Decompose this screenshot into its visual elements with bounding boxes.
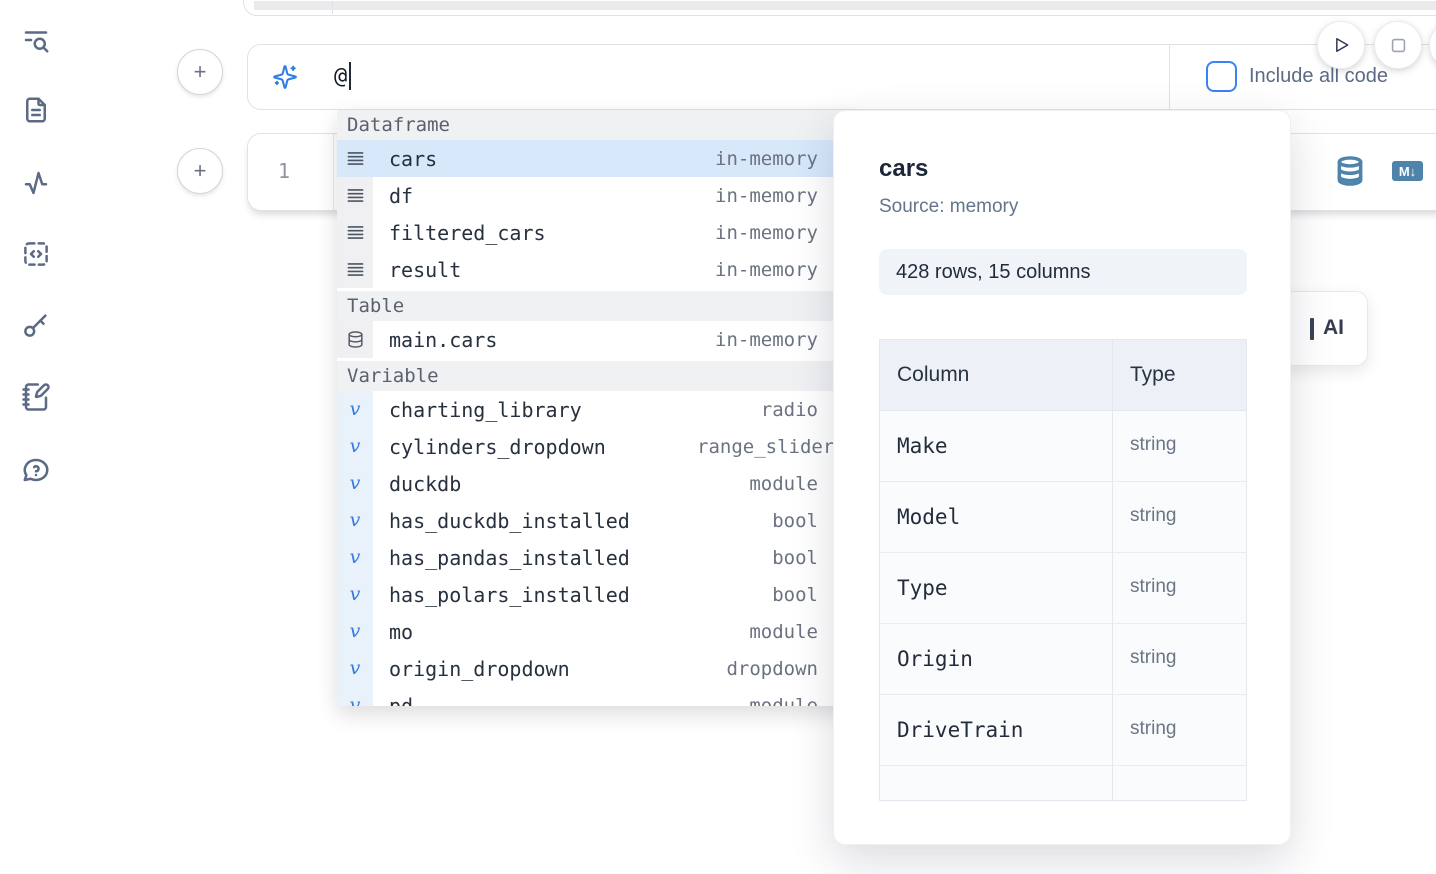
type-header: Type xyxy=(1113,340,1246,411)
list-search-icon[interactable] xyxy=(21,25,51,55)
clipped-letter-fragment xyxy=(1310,318,1314,340)
key-icon[interactable] xyxy=(21,310,51,340)
autocomplete-item-has-pandas-installed[interactable]: v has_pandas_installed bool xyxy=(337,539,855,576)
add-cell-button-bottom[interactable]: + xyxy=(177,148,223,194)
include-all-code-label: Include all code xyxy=(1249,65,1388,88)
marimo-notebook: + + @ Include all code 1 xyxy=(0,0,1436,874)
schema-row: Make string xyxy=(880,411,1246,482)
stop-icon xyxy=(1389,36,1408,55)
stop-button[interactable] xyxy=(1374,21,1422,69)
autocomplete-item-charting-library[interactable]: v charting_library radio xyxy=(337,391,855,428)
table-database-icon xyxy=(346,330,365,349)
schema-header-row: Column Type xyxy=(880,340,1246,411)
schema-row: Model string xyxy=(880,482,1246,553)
autocomplete-item-has-duckdb-installed[interactable]: v has_duckdb_installed bool xyxy=(337,502,855,539)
previous-cell-gutter-divider xyxy=(332,1,333,14)
schema-row-partial xyxy=(880,766,1246,801)
autocomplete-item-has-polars-installed[interactable]: v has_polars_installed bool xyxy=(337,576,855,613)
help-bubble-icon[interactable] xyxy=(21,455,51,485)
ai-prompt-card: @ Include all code xyxy=(247,44,1436,110)
autocomplete-item-cylinders-dropdown[interactable]: v cylinders_dropdown range_slider xyxy=(337,428,855,465)
section-header-dataframe: Dataframe xyxy=(337,110,855,140)
preview-source: Source: memory xyxy=(879,196,1247,218)
ai-card-divider xyxy=(1169,45,1170,109)
include-all-code-checkbox[interactable] xyxy=(1206,61,1237,92)
variable-icon: v xyxy=(350,585,361,604)
run-cell-button[interactable] xyxy=(1317,21,1365,69)
cell-gutter-divider xyxy=(333,134,334,210)
autocomplete-item-result[interactable]: result in-memory xyxy=(337,251,855,288)
dataframe-rows-icon xyxy=(346,186,365,205)
section-header-variable: Variable xyxy=(337,361,855,391)
schema-table: Column Type Make string Model string Typ… xyxy=(879,339,1247,801)
activity-icon[interactable] xyxy=(21,168,51,198)
play-icon xyxy=(1331,35,1351,55)
sparkles-icon xyxy=(272,64,298,90)
variable-icon: v xyxy=(350,437,361,456)
autocomplete-item-df[interactable]: df in-memory xyxy=(337,177,855,214)
preview-title: cars xyxy=(879,155,1247,183)
variable-icon: v xyxy=(350,474,361,493)
autocomplete-item-mo[interactable]: v mo module xyxy=(337,613,855,650)
variable-icon: v xyxy=(350,548,361,567)
variable-icon: v xyxy=(350,659,361,678)
dataframe-rows-icon xyxy=(346,223,365,242)
previous-cell-output-strip xyxy=(254,1,1436,10)
variable-icon: v xyxy=(350,622,361,641)
code-snippet-icon[interactable] xyxy=(21,239,51,269)
autocomplete-item-main-cars[interactable]: main.cars in-memory xyxy=(337,321,855,358)
dataframe-preview-panel: cars Source: memory 428 rows, 15 columns… xyxy=(833,110,1291,845)
variable-icon: v xyxy=(350,400,361,419)
shape-badge: 428 rows, 15 columns xyxy=(879,249,1247,295)
ai-button-label: AI xyxy=(1323,316,1344,340)
autocomplete-item-cars[interactable]: cars in-memory xyxy=(337,140,855,177)
sql-database-icon[interactable] xyxy=(1334,155,1366,187)
ai-prompt-input[interactable]: @ xyxy=(334,45,351,107)
dataframe-rows-icon xyxy=(346,149,365,168)
line-number: 1 xyxy=(248,134,320,208)
text-caret xyxy=(349,62,351,90)
notebook-pen-icon[interactable] xyxy=(21,382,51,412)
ai-prompt-value: @ xyxy=(334,64,347,89)
previous-cell-bottom xyxy=(243,0,1436,16)
variable-icon: v xyxy=(350,511,361,530)
autocomplete-item-filtered-cars[interactable]: filtered_cars in-memory xyxy=(337,214,855,251)
autocomplete-item-origin-dropdown[interactable]: v origin_dropdown dropdown xyxy=(337,650,855,687)
schema-row: DriveTrain string xyxy=(880,695,1246,766)
markdown-icon[interactable]: M↓ xyxy=(1392,161,1423,181)
section-header-table: Table xyxy=(337,291,855,321)
column-header: Column xyxy=(880,340,1113,411)
autocomplete-item-pd[interactable]: v pd module xyxy=(337,687,855,706)
schema-row: Type string xyxy=(880,553,1246,624)
variable-icon: v xyxy=(350,696,361,706)
add-cell-button-top[interactable]: + xyxy=(177,49,223,95)
autocomplete-dropdown: Dataframe cars in-memory df in-memory fi… xyxy=(337,110,855,706)
schema-row: Origin string xyxy=(880,624,1246,695)
file-document-icon[interactable] xyxy=(21,95,51,125)
dataframe-rows-icon xyxy=(346,260,365,279)
autocomplete-item-duckdb[interactable]: v duckdb module xyxy=(337,465,855,502)
